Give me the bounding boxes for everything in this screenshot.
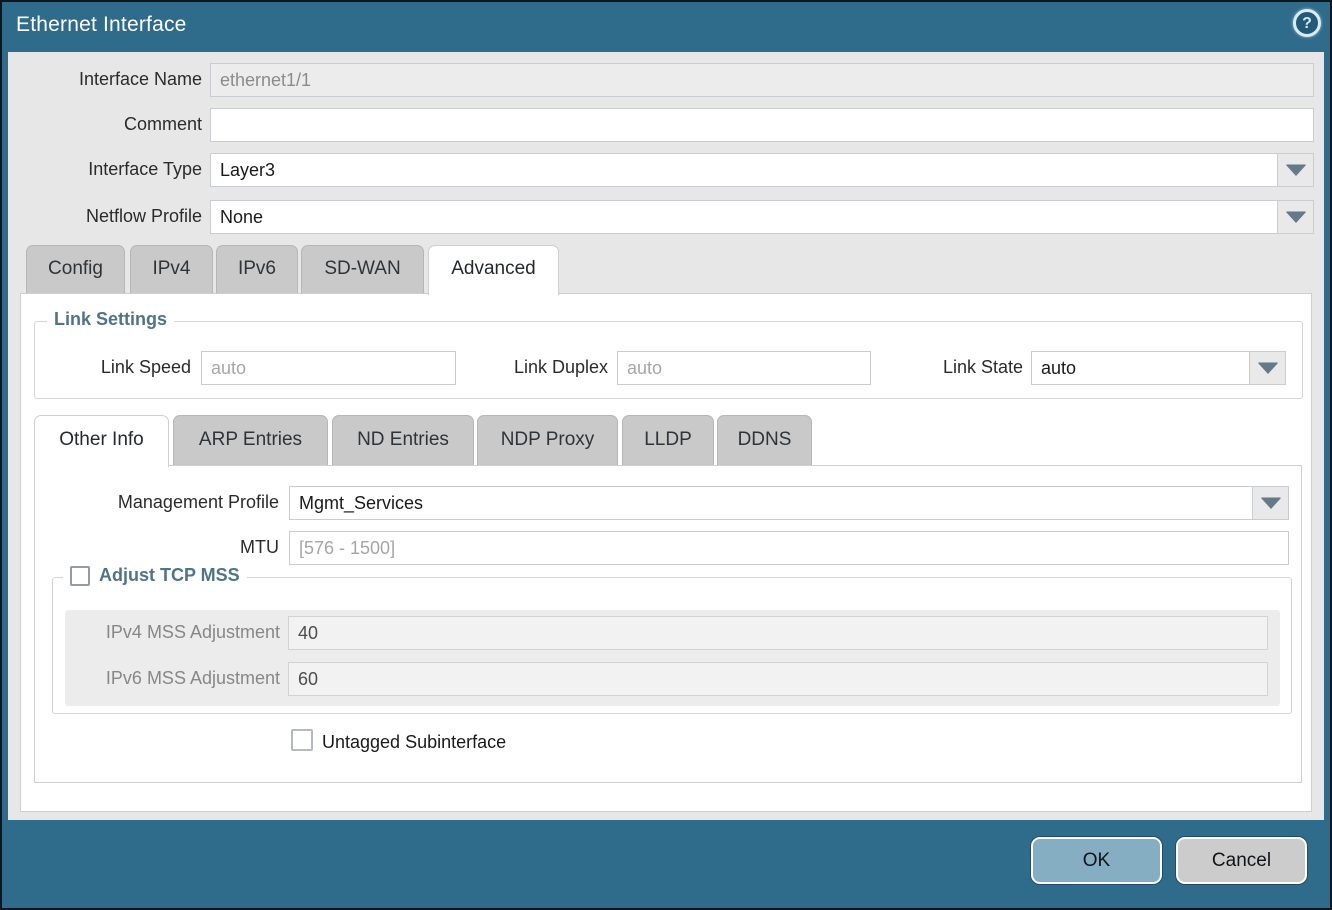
subtab-label: ND Entries — [357, 429, 449, 450]
link-duplex-field[interactable] — [617, 351, 871, 385]
mtu-field[interactable] — [289, 531, 1289, 565]
help-icon[interactable]: ? — [1293, 9, 1321, 37]
chevron-down-icon — [1286, 165, 1306, 176]
dialog-title: Ethernet Interface — [16, 13, 187, 37]
mtu-label: MTU — [35, 537, 279, 558]
netflow-profile-label: Netflow Profile — [8, 206, 202, 227]
title-bar: Ethernet Interface ? — [2, 2, 1330, 52]
link-speed-field[interactable] — [201, 351, 456, 385]
adjust-tcp-mss-legend-text: Adjust TCP MSS — [99, 565, 240, 586]
subtab-other-info[interactable]: Other Info — [34, 415, 169, 467]
subtab-lldp[interactable]: LLDP — [622, 415, 714, 465]
tab-config[interactable]: Config — [26, 245, 125, 293]
interface-type-combo — [210, 153, 1314, 187]
tab-label: SD-WAN — [324, 258, 400, 279]
adjust-tcp-mss-legend: Adjust TCP MSS — [63, 565, 247, 586]
management-profile-label: Management Profile — [35, 492, 279, 513]
subtab-ndp-proxy[interactable]: NDP Proxy — [477, 415, 618, 465]
ipv6-mss-label: IPv6 MSS Adjustment — [65, 668, 280, 689]
link-speed-label: Link Speed — [21, 357, 191, 378]
interface-type-value[interactable] — [210, 153, 1278, 187]
management-profile-value[interactable] — [289, 486, 1253, 520]
adjust-tcp-mss-checkbox[interactable] — [70, 566, 90, 586]
adjust-tcp-mss-fieldset: Adjust TCP MSS IPv4 MSS Adjustment IPv6 … — [52, 577, 1292, 714]
chevron-down-icon — [1286, 212, 1306, 223]
tab-advanced[interactable]: Advanced — [428, 245, 559, 295]
netflow-profile-row: Netflow Profile — [8, 200, 1324, 234]
tab-ipv4[interactable]: IPv4 — [130, 245, 213, 293]
management-profile-dropdown-button[interactable] — [1253, 486, 1289, 520]
subtab-nd-entries[interactable]: ND Entries — [332, 415, 474, 465]
footer-bar: OK Cancel — [2, 820, 1330, 908]
subtab-label: ARP Entries — [199, 429, 302, 450]
link-state-label: Link State — [881, 357, 1023, 378]
interface-name-label: Interface Name — [8, 69, 202, 90]
netflow-profile-combo — [210, 200, 1314, 234]
link-state-dropdown-button[interactable] — [1250, 351, 1286, 385]
tab-sdwan[interactable]: SD-WAN — [301, 245, 424, 293]
interface-type-row: Interface Type — [8, 153, 1324, 187]
tab-label: IPv4 — [152, 258, 190, 279]
link-state-value[interactable] — [1031, 351, 1250, 385]
link-state-combo — [1031, 351, 1286, 385]
tab-ipv6[interactable]: IPv6 — [216, 245, 298, 293]
dialog-body: Interface Name Comment Interface Type Ne… — [8, 52, 1324, 820]
chevron-down-icon — [1261, 498, 1281, 509]
untagged-subinterface-checkbox[interactable] — [291, 729, 313, 751]
chevron-down-icon — [1258, 363, 1278, 374]
netflow-profile-value[interactable] — [210, 200, 1278, 234]
advanced-tab-panel: Link Settings Link Speed Link Duplex Lin… — [20, 293, 1312, 812]
ipv4-mss-label: IPv4 MSS Adjustment — [65, 622, 280, 643]
subtab-label: Other Info — [59, 429, 144, 450]
netflow-profile-dropdown-button[interactable] — [1278, 200, 1314, 234]
subtab-label: DDNS — [738, 429, 792, 450]
tab-label: Config — [48, 258, 103, 279]
subtab-ddns[interactable]: DDNS — [717, 415, 812, 465]
cancel-button[interactable]: Cancel — [1176, 837, 1307, 884]
comment-label: Comment — [8, 114, 202, 135]
tab-label: IPv6 — [238, 258, 276, 279]
management-profile-combo — [289, 486, 1289, 520]
ok-button[interactable]: OK — [1031, 837, 1162, 884]
mss-disabled-block: IPv4 MSS Adjustment IPv6 MSS Adjustment — [65, 610, 1280, 706]
tab-label: Advanced — [451, 258, 536, 279]
ipv4-mss-field — [288, 616, 1268, 650]
comment-row: Comment — [8, 108, 1324, 142]
comment-field[interactable] — [210, 108, 1314, 142]
link-duplex-label: Link Duplex — [461, 357, 608, 378]
interface-name-row: Interface Name — [8, 63, 1324, 97]
interface-name-field — [210, 63, 1314, 97]
untagged-subinterface-label: Untagged Subinterface — [322, 732, 506, 753]
other-info-panel: Management Profile MTU Adjust TCP MSS — [34, 465, 1302, 783]
ipv6-mss-field — [288, 662, 1268, 696]
subtab-label: NDP Proxy — [501, 429, 595, 450]
subtab-arp-entries[interactable]: ARP Entries — [173, 415, 328, 465]
ethernet-interface-dialog: Ethernet Interface ? Interface Name Comm… — [0, 0, 1332, 910]
subtab-label: LLDP — [644, 429, 692, 450]
interface-type-label: Interface Type — [8, 159, 202, 180]
interface-type-dropdown-button[interactable] — [1278, 153, 1314, 187]
link-settings-legend: Link Settings — [47, 309, 174, 330]
